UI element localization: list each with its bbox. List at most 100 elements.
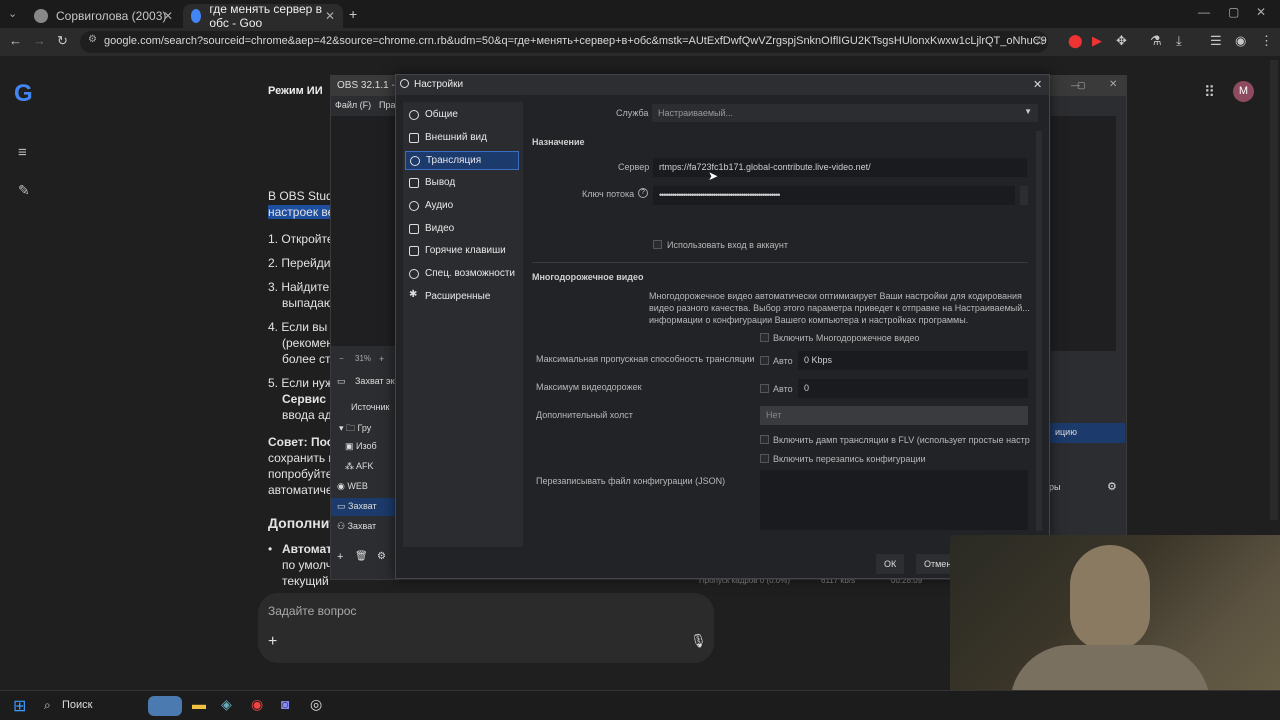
- auto-bandwidth-checkbox[interactable]: [760, 356, 769, 365]
- auto-tracks-checkbox[interactable]: [760, 384, 769, 393]
- ok-button[interactable]: ОК: [876, 554, 905, 574]
- chrome-icon[interactable]: ◉: [251, 696, 263, 713]
- zoom-plus-icon[interactable]: +: [379, 354, 384, 364]
- back-icon[interactable]: ←: [9, 33, 22, 48]
- extension-icon[interactable]: ⚗: [1150, 33, 1162, 49]
- delete-source-icon[interactable]: 🗑: [355, 551, 368, 562]
- reload-icon[interactable]: ↻: [57, 33, 68, 49]
- gear-icon[interactable]: ⚙: [1107, 480, 1117, 493]
- nav-label: Спец. возможности: [425, 268, 515, 279]
- ask-box[interactable]: Задайте вопрос + 🎙: [258, 593, 714, 663]
- profile-icon[interactable]: ◉: [1235, 33, 1246, 49]
- tab-bar: ⌄ Сорвиголова (2003) ✕ где менять сервер…: [0, 0, 1280, 30]
- tab-1-label: Сорвиголова (2003): [56, 9, 167, 23]
- file-explorer-icon[interactable]: ▬: [192, 696, 206, 712]
- download-icon[interactable]: ⤓: [1176, 33, 1182, 49]
- nav-audio[interactable]: Аудио: [405, 197, 519, 216]
- tab-1[interactable]: Сорвиголова (2003) ✕: [26, 4, 181, 28]
- show-key-button[interactable]: [1020, 186, 1028, 205]
- answer-line: текущий: [282, 574, 329, 588]
- service-select[interactable]: Настраиваемый... ▼: [652, 104, 1038, 122]
- add-icon[interactable]: +: [268, 633, 277, 651]
- monitor-icon: ▭: [337, 376, 346, 386]
- search-icon[interactable]: ⌕: [44, 698, 51, 713]
- config-override-checkbox[interactable]: [760, 454, 769, 463]
- extensions-puzzle-icon[interactable]: ✥: [1116, 33, 1127, 49]
- answer-line: 2. Перейдит: [268, 256, 336, 270]
- scrollbar[interactable]: [1036, 131, 1042, 531]
- menu-icon[interactable]: ⋮: [1260, 33, 1273, 49]
- dock-item-selected[interactable]: ицию: [1049, 423, 1125, 443]
- close-window-icon[interactable]: ✕: [1256, 5, 1266, 19]
- answer-line: автоматичес: [268, 483, 339, 497]
- bookmark-star-icon[interactable]: ☆: [1034, 33, 1046, 49]
- nav-accessibility[interactable]: Спец. возможности: [405, 265, 519, 284]
- nav-appearance[interactable]: Внешний вид: [405, 129, 519, 148]
- obs-icon[interactable]: ◎: [310, 696, 322, 713]
- stream-key-input[interactable]: ••••••••••••••••••••••••••••••••••••••••…: [653, 186, 1015, 205]
- discord-icon[interactable]: ◙: [281, 696, 289, 712]
- maximize-icon[interactable]: ▢: [1228, 5, 1239, 19]
- weather-widget-icon[interactable]: [148, 696, 182, 716]
- list-item-selected[interactable]: ▭ Захват: [331, 498, 396, 516]
- max-bandwidth-input[interactable]: 0 Kbps: [798, 351, 1028, 370]
- forward-icon[interactable]: →: [33, 33, 46, 48]
- new-tab-icon[interactable]: +: [349, 6, 357, 22]
- help-icon[interactable]: ?: [638, 188, 648, 198]
- sources-list: ▾ 🗀 Гру ▣ Изоб ⁂ AFK ◉ WEB ▭ Захват ⚇ За…: [331, 418, 396, 538]
- answer-line: 1. Откройте: [268, 232, 334, 246]
- extension-icon[interactable]: ⬤: [1068, 33, 1083, 49]
- steam-icon[interactable]: ◈: [221, 696, 232, 713]
- site-info-icon[interactable]: ⚙: [88, 34, 97, 45]
- answer-line: выпадаю: [282, 296, 333, 310]
- nav-hotkeys[interactable]: Горячие клавиши: [405, 242, 519, 261]
- address-bar[interactable]: ⚙ google.com/search?sourceid=chrome&aep=…: [80, 31, 1048, 53]
- source-label: Гру: [357, 423, 372, 433]
- tab-list-chevron-icon[interactable]: ⌄: [8, 7, 17, 20]
- list-item[interactable]: ▣ Изоб: [345, 441, 377, 452]
- answer-line: 5. Если нуж: [268, 376, 334, 390]
- nav-general[interactable]: Общие: [405, 106, 519, 125]
- nav-advanced[interactable]: ✱ Расширенные: [405, 288, 519, 307]
- source-label: Захват: [347, 521, 377, 531]
- enable-multitrack-checkbox[interactable]: [760, 333, 769, 342]
- minimize-icon[interactable]: —: [1198, 5, 1210, 19]
- nav-stream[interactable]: Трансляция: [405, 151, 519, 170]
- add-source-icon[interactable]: +: [337, 551, 343, 563]
- page-scrollbar[interactable]: [1270, 60, 1278, 520]
- avatar[interactable]: М: [1233, 81, 1254, 102]
- dump-flv-checkbox[interactable]: [760, 435, 769, 444]
- use-account-checkbox[interactable]: [653, 240, 662, 249]
- close-icon[interactable]: ✕: [1109, 79, 1117, 90]
- list-item[interactable]: ⚇ Захват: [337, 521, 376, 532]
- close-icon[interactable]: ✕: [163, 9, 173, 23]
- face-shape: [1070, 545, 1150, 650]
- extra-canvas-select[interactable]: Нет: [760, 406, 1028, 425]
- tab-2[interactable]: где менять сервер в обс - Goo ✕: [183, 2, 343, 30]
- windows-start-icon[interactable]: ⊞: [13, 696, 26, 716]
- microphone-icon[interactable]: 🎙: [690, 633, 707, 649]
- sidebar-icon[interactable]: ☰: [1210, 33, 1222, 49]
- close-icon[interactable]: ✕: [325, 9, 335, 23]
- dock-item[interactable]: ры: [1049, 482, 1060, 492]
- menu-file[interactable]: Файл (F): [335, 100, 371, 110]
- taskbar-search-label[interactable]: Поиск: [62, 699, 92, 711]
- json-override-textarea[interactable]: [760, 470, 1028, 530]
- maximize-icon[interactable]: ▢: [1077, 80, 1086, 91]
- extension-icon[interactable]: ▶: [1092, 33, 1102, 49]
- apps-grid-icon[interactable]: ⠿: [1204, 83, 1215, 101]
- max-tracks-input[interactable]: 0: [798, 379, 1028, 398]
- list-item[interactable]: ◉ WEB: [337, 481, 368, 492]
- google-logo-icon[interactable]: G: [14, 80, 33, 108]
- source-settings-icon[interactable]: ⚙: [377, 551, 386, 562]
- list-item[interactable]: ▾ 🗀 Гру: [339, 421, 371, 437]
- menu-edit[interactable]: Пра: [379, 100, 395, 110]
- edit-new-chat-icon[interactable]: ✎: [18, 182, 30, 199]
- close-icon[interactable]: ✕: [1033, 78, 1042, 91]
- settings-nav: Общие Внешний вид Трансляция Вывод Аудио…: [403, 102, 523, 547]
- zoom-minus-icon[interactable]: −: [339, 354, 344, 363]
- nav-output[interactable]: Вывод: [405, 174, 519, 193]
- nav-video[interactable]: Видео: [405, 220, 519, 239]
- history-menu-icon[interactable]: ≡: [18, 144, 27, 161]
- list-item[interactable]: ⁂ AFK: [345, 461, 374, 472]
